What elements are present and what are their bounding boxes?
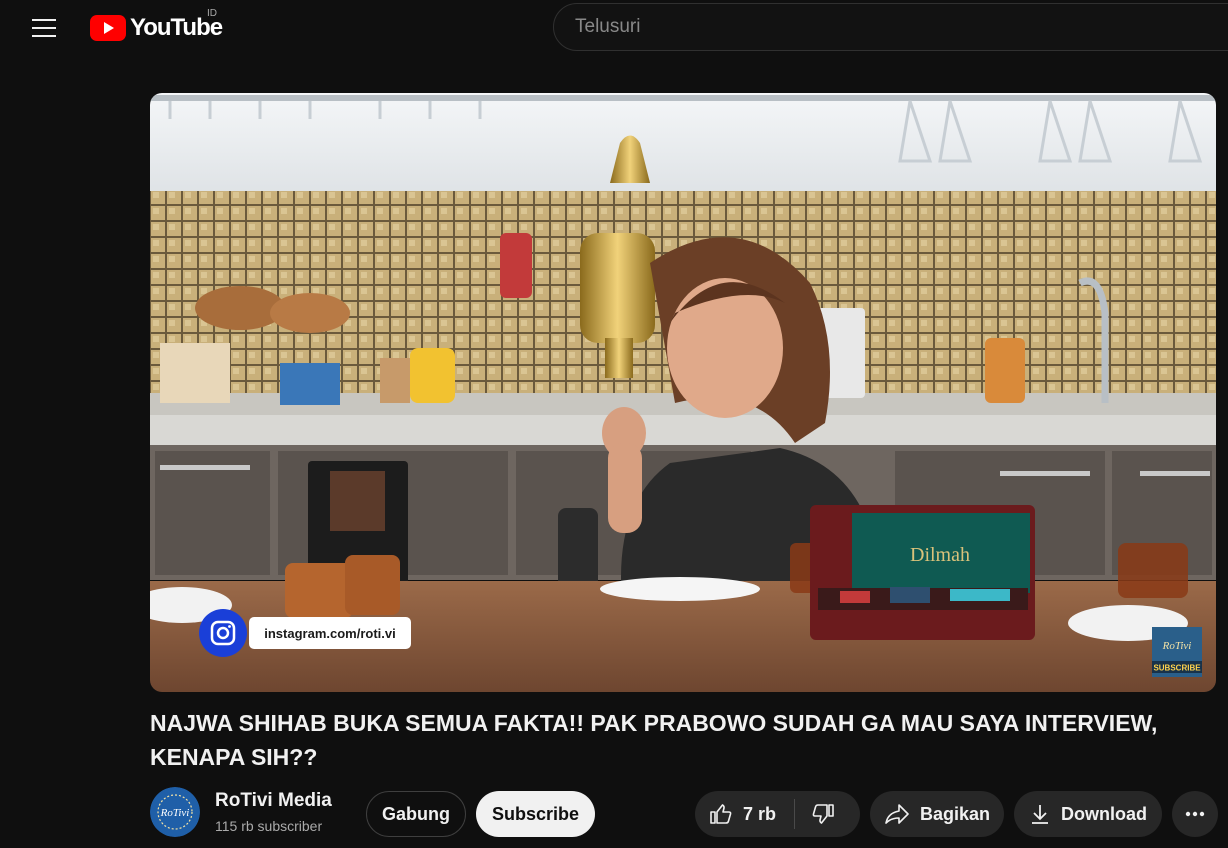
like-count: 7 rb <box>743 803 777 824</box>
join-label: Gabung <box>382 803 450 824</box>
thumbs-up-icon <box>710 804 732 824</box>
dilmah-label: Dilmah <box>910 544 970 566</box>
like-button[interactable]: 7 rb <box>695 799 796 829</box>
instagram-handle: instagram.com/roti.vi <box>264 626 395 641</box>
watermark-subscribe: SUBSCRIBE <box>1153 664 1201 673</box>
dislike-button[interactable] <box>795 791 835 837</box>
video-frame: Dilmah instagram.com/roti.vi RoTivi SUBS… <box>150 93 1216 692</box>
channel-name[interactable]: RoTivi Media <box>215 790 332 812</box>
country-code: ID <box>207 8 217 19</box>
video-title: NAJWA SHIHAB BUKA SEMUA FAKTA!! PAK PRAB… <box>150 710 1158 770</box>
avatar-text: RoTivi <box>160 807 190 819</box>
join-button[interactable]: Gabung <box>366 791 466 837</box>
search-input[interactable] <box>573 15 1177 39</box>
menu-icon <box>32 19 56 37</box>
thumbs-down-icon <box>812 804 834 824</box>
more-icon <box>1185 811 1205 817</box>
video-player[interactable]: Dilmah instagram.com/roti.vi RoTivi SUBS… <box>150 93 1216 692</box>
share-button[interactable]: Bagikan <box>870 791 1004 837</box>
watermark-logo: RoTivi <box>1162 640 1192 652</box>
subscribe-button[interactable]: Subscribe <box>476 791 595 837</box>
search-box[interactable] <box>553 3 1228 51</box>
youtube-logo[interactable]: YouTube <box>90 12 223 44</box>
download-label: Download <box>1061 803 1147 824</box>
share-icon <box>885 804 909 824</box>
download-button[interactable]: Download <box>1014 791 1162 837</box>
channel-avatar[interactable]: RoTivi <box>150 787 200 837</box>
channel-watermark: RoTivi SUBSCRIBE <box>1152 627 1202 677</box>
share-label: Bagikan <box>919 803 991 824</box>
masthead: YouTube ID <box>0 0 1228 56</box>
download-icon <box>1032 805 1048 824</box>
subscribe-label: Subscribe <box>491 803 580 824</box>
youtube-play-icon <box>90 15 126 41</box>
subscriber-count: 115 rb subscriber <box>215 818 323 834</box>
menu-button[interactable] <box>24 10 64 46</box>
more-actions-button[interactable] <box>1172 791 1218 837</box>
like-dislike-group: 7 rb <box>695 791 860 837</box>
